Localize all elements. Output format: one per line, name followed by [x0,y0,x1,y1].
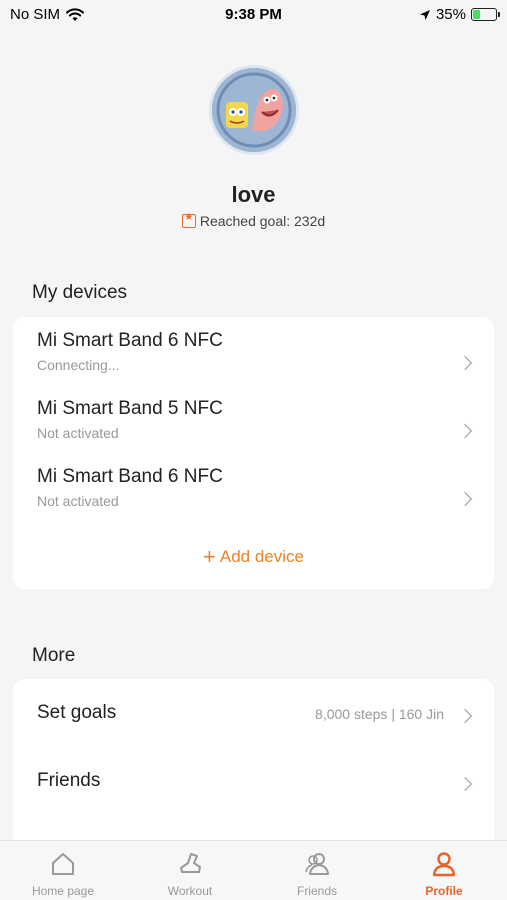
goal-text: Reached goal: 232d [199,213,326,229]
goal-star-icon [181,212,196,228]
friends-label: Friends [37,770,101,791]
device-name: Mi Smart Band 5 NFC [37,398,223,419]
battery-icon [471,8,500,21]
tab-label: Home page [31,884,95,898]
tab-label: Profile [425,884,463,898]
battery-percent: 35% [435,6,466,23]
friends-row[interactable]: Friends [37,770,473,800]
location-arrow-icon [419,9,430,20]
plus-icon: + [203,544,216,569]
device-status: Connecting... [37,357,120,373]
device-name: Mi Smart Band 6 NFC [37,466,223,487]
device-status: Not activated [37,425,119,441]
device-row[interactable]: Mi Smart Band 6 NFC Connecting... [37,330,473,386]
status-bar: No SIM 9:38 PM 35% [0,0,507,30]
tab-label: Friends [296,884,337,898]
device-name: Mi Smart Band 6 NFC [37,330,223,351]
tab-workout[interactable]: Workout [127,841,253,900]
tab-friends[interactable]: Friends [254,841,380,900]
avatar-image [212,68,296,152]
tab-label: Workout [167,884,213,898]
add-device-button[interactable]: + Add device [13,544,494,570]
avatar[interactable] [209,65,299,155]
shoe-icon [180,853,201,873]
more-section-title: More [32,645,76,666]
add-device-label: Add device [219,547,304,566]
tab-home[interactable]: Home page [0,841,126,900]
tab-bar: Home page Workout Friends Profile [0,840,507,900]
friends-icon [305,853,329,875]
more-card: Set goals 8,000 steps | 160 Jin Friends [13,679,494,849]
device-row[interactable]: Mi Smart Band 5 NFC Not activated [37,398,473,454]
devices-section-title: My devices [32,282,128,303]
set-goals-value: 8,000 steps | 160 Jin [315,706,444,722]
username: love [231,182,276,207]
status-right: 35% [419,6,500,23]
home-icon [52,853,74,875]
set-goals-row[interactable]: Set goals 8,000 steps | 160 Jin [37,702,473,732]
devices-card: Mi Smart Band 6 NFC Connecting... Mi Sma… [13,317,494,589]
tab-profile[interactable]: Profile [381,841,507,900]
goal-line: Reached goal: 232d [0,212,507,229]
device-row[interactable]: Mi Smart Band 6 NFC Not activated [37,466,473,522]
device-status: Not activated [37,493,119,509]
battery-fill [473,10,480,19]
profile-icon [432,852,456,877]
